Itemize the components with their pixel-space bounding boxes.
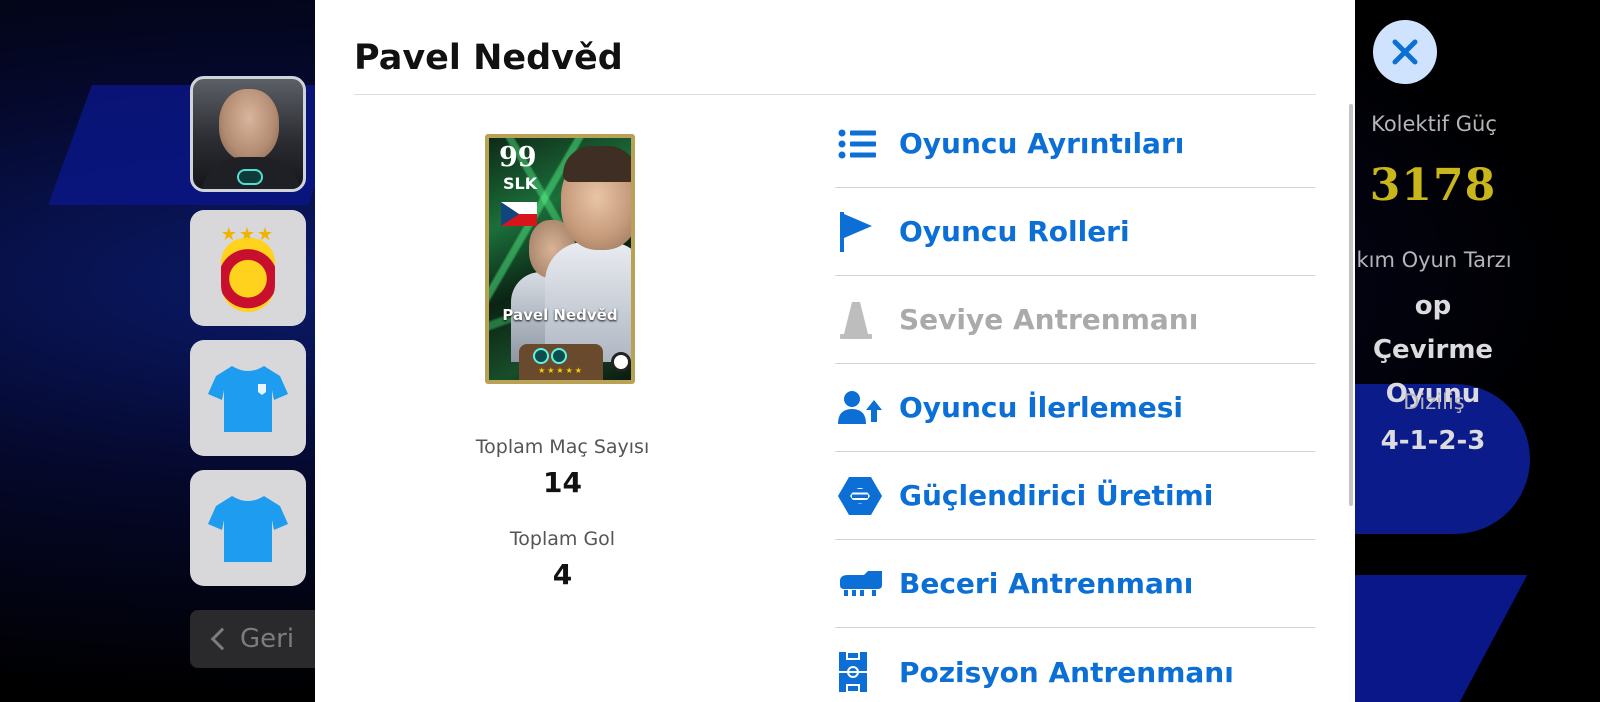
back-button[interactable]: Geri <box>190 610 320 668</box>
menu-item-label: Seviye Antrenmanı <box>899 303 1199 336</box>
booster-icon <box>533 348 549 364</box>
boot-icon <box>838 562 886 606</box>
menu-item-player-roles[interactable]: Oyuncu Rolleri <box>835 188 1315 276</box>
home-kit-card[interactable] <box>190 340 306 456</box>
menu-item-booster-creation[interactable]: Güçlendirici Üretimi <box>835 452 1315 540</box>
club-logo-icon <box>221 238 275 312</box>
list-icon <box>838 122 886 166</box>
flag-icon <box>838 210 886 254</box>
team-info-panel: Kolektif Güç 3178 kım Oyun Tarzı op Çevi… <box>1355 0 1600 702</box>
card-player-image <box>563 146 631 182</box>
shirt-icon <box>208 496 288 562</box>
booster-icon <box>838 474 886 518</box>
team-strength-value: 3178 <box>1369 160 1497 211</box>
menu-item-label: Oyuncu Ayrıntıları <box>899 127 1185 160</box>
player-card: 99 SLK Pavel Nedvěd ★★★★★ <box>485 134 635 384</box>
formation-label: Diziliş <box>1403 390 1465 414</box>
menu-item-label: Beceri Antrenmanı <box>899 567 1194 600</box>
card-rating: 99 <box>499 142 537 173</box>
training-cone-icon <box>838 298 886 342</box>
player-action-menu: Oyuncu Ayrıntıları Oyuncu Rolleri Seviye… <box>835 100 1315 702</box>
pitch-icon <box>838 650 886 694</box>
back-button-label: Geri <box>240 624 295 654</box>
total-matches-value: 14 <box>543 466 582 499</box>
booster-icon <box>551 348 567 364</box>
close-button[interactable] <box>1373 20 1437 84</box>
efootball-logo-icon <box>611 352 631 372</box>
menu-item-level-training[interactable]: Seviye Antrenmanı <box>835 276 1315 364</box>
player-name-title: Pavel Nedvěd <box>354 38 623 78</box>
scrollbar[interactable] <box>1349 104 1353 506</box>
playstyle-label: kım Oyun Tarzı <box>1356 248 1512 272</box>
menu-item-label: Oyuncu Rolleri <box>899 215 1130 248</box>
menu-item-label: Oyuncu İlerlemesi <box>899 391 1184 424</box>
chevron-left-icon <box>210 627 234 651</box>
card-position: SLK <box>503 174 538 193</box>
card-player-name: Pavel Nedvěd <box>502 306 618 324</box>
total-matches-label: Toplam Maç Sayısı <box>475 436 650 458</box>
playstyle-value-line1: op Çevirme <box>1372 291 1494 365</box>
close-icon <box>1392 39 1418 65</box>
menu-item-label: Güçlendirici Üretimi <box>899 479 1214 512</box>
menu-item-player-progress[interactable]: Oyuncu İlerlemesi <box>835 364 1315 452</box>
total-goals-value: 4 <box>552 558 573 591</box>
manager-badge-icon <box>237 169 263 185</box>
total-goals-label: Toplam Gol <box>509 528 616 550</box>
menu-item-position-training[interactable]: Pozisyon Antrenmanı <box>835 628 1315 702</box>
formation-value: 4-1-2-3 <box>1380 426 1486 456</box>
shirt-icon <box>208 366 288 432</box>
club-emblem-card[interactable]: ★★★ <box>190 210 306 326</box>
player-options-modal: Pavel Nedvěd 99 SLK Pavel Nedvěd ★★★★★ T… <box>315 0 1355 702</box>
menu-item-player-details[interactable]: Oyuncu Ayrıntıları <box>835 100 1315 188</box>
away-kit-card[interactable] <box>190 470 306 586</box>
manager-card[interactable] <box>190 76 306 192</box>
manager-face <box>219 89 279 161</box>
czech-flag-icon <box>501 202 537 226</box>
player-progress-icon <box>838 386 886 430</box>
title-divider <box>354 94 1316 95</box>
menu-item-label: Pozisyon Antrenmanı <box>899 655 1234 689</box>
team-strength-label: Kolektif Güç <box>1371 112 1497 136</box>
menu-item-skill-training[interactable]: Beceri Antrenmanı <box>835 540 1315 628</box>
card-stars: ★★★★★ <box>538 366 584 375</box>
